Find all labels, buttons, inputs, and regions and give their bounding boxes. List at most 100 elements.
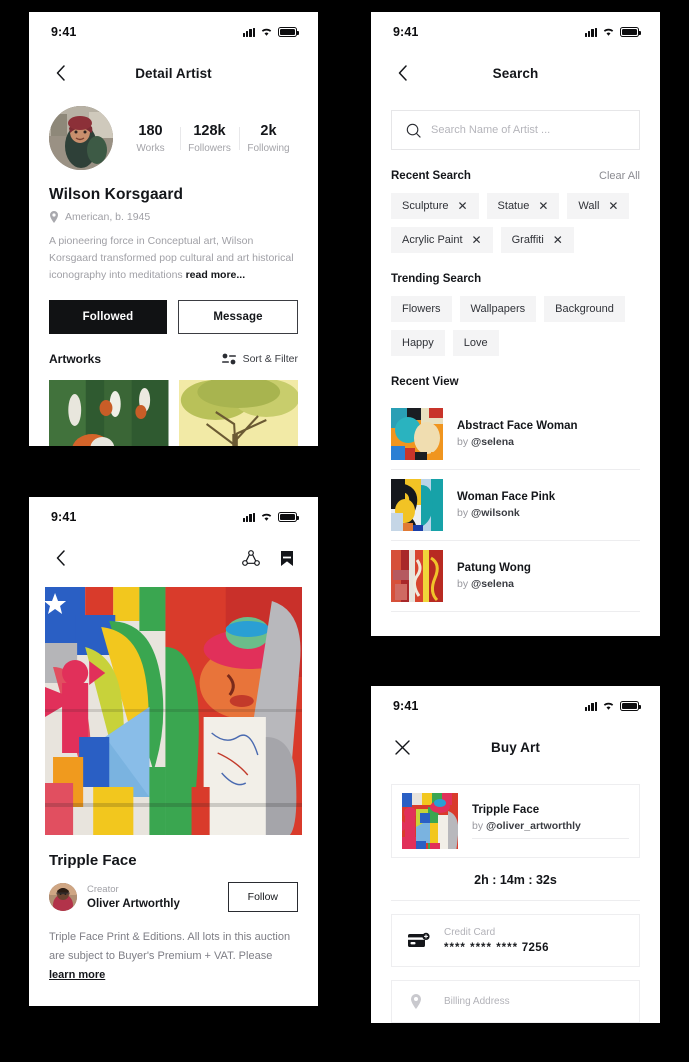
status-bar: 9:41 [29,12,318,52]
sort-filter-button[interactable]: Sort & Filter [221,353,298,365]
chip-happy[interactable]: Happy [391,330,445,356]
chip-love[interactable]: Love [452,330,499,356]
billing-address-info: Billing Address [444,996,510,1007]
wifi-icon [602,27,615,37]
close-x-icon[interactable]: ✕ [553,234,563,246]
card-last4: 7256 [521,942,549,954]
page-title: Search [492,65,539,81]
artwork-thumb-green-figures[interactable] [49,380,169,446]
bookmark-icon [281,550,293,566]
navigation-bar [29,537,318,579]
list-item[interactable]: Patung Wong by @selena [391,541,640,612]
close-x-icon[interactable]: ✕ [538,200,548,212]
battery-full-icon [620,27,641,37]
status-bar-icons [584,27,641,37]
recent-search-label: Recent Search [391,170,471,182]
navigation-bar: Detail Artist [29,52,318,94]
credit-card-icon [408,932,430,947]
artwork-thumb-yellow-tree[interactable] [178,380,298,446]
chip-wall[interactable]: Wall ✕ [567,193,630,219]
author-handle[interactable]: @selena [471,436,514,448]
share-button[interactable] [240,547,262,569]
auction-countdown: 2h : 14m : 32s [474,873,557,887]
status-bar-time: 9:41 [51,25,77,39]
status-bar-icons [242,512,299,522]
billing-address-field[interactable]: Billing Address [391,980,640,1023]
recent-search-chips: Sculpture ✕ Statue ✕ Wall ✕ Acrylic Paint ✕ … [371,182,660,253]
back-button[interactable] [49,547,71,569]
cellular-bars-icon [242,27,255,37]
buy-item-card[interactable]: Tripple Face by @oliver_artworthly [391,784,640,858]
list-item-title: Abstract Face Woman [457,420,578,432]
phone-screen-buy-art: 9:41 Buy Art Tripple Face by @oliver_art… [371,686,660,1023]
clear-all-button[interactable]: Clear All [599,170,640,182]
search-field-wrapper[interactable] [391,110,640,150]
message-button[interactable]: Message [178,300,298,334]
wifi-icon [602,701,615,711]
chip-flowers[interactable]: Flowers [391,296,452,322]
chip-acrylic-paint[interactable]: Acrylic Paint ✕ [391,227,493,253]
stat-label: Following [247,142,290,154]
list-item-author: by @selena [457,436,578,448]
bookmark-button[interactable] [276,547,298,569]
status-bar-time: 9:41 [393,699,419,713]
artist-action-buttons: Followed Message [29,284,318,334]
author-handle[interactable]: @selena [471,578,514,590]
close-button[interactable] [391,736,413,758]
learn-more-link[interactable]: learn more [49,969,105,981]
stat-followers[interactable]: 128k Followers [180,123,239,154]
list-item[interactable]: Woman Face Pink by @wilsonk [391,470,640,541]
avatar[interactable] [49,883,77,911]
credit-card-info: Credit Card **** **** **** 7256 [444,927,549,954]
close-x-icon[interactable]: ✕ [457,200,467,212]
followed-button[interactable]: Followed [49,300,167,334]
wifi-icon [260,27,273,37]
phone-screen-detail-artist: 9:41 Detail Artist 180 Works 128k Follow… [29,12,318,446]
status-bar-time: 9:41 [393,25,419,39]
chip-label: Wall [578,200,600,212]
wifi-icon [260,512,273,522]
stat-value: 128k [193,122,226,139]
list-item-text: Patung Wong by @selena [457,562,531,590]
creator-row: Creator Oliver Artworthly Follow [29,869,318,912]
list-item-text: Woman Face Pink by @wilsonk [457,491,555,519]
patung-wong-thumb [391,550,443,602]
recent-view-header: Recent View [371,356,660,388]
list-item-text: Abstract Face Woman by @selena [457,420,578,448]
phone-screen-artwork-detail: 9:41 Tripple Face Creator Oliver Artwort… [29,497,318,1006]
tripple-face-mural[interactable] [45,587,302,835]
share-icon [242,549,260,566]
author-handle[interactable]: @wilsonk [471,507,520,519]
artwork-title: Tripple Face [49,852,137,869]
chip-statue[interactable]: Statue ✕ [486,193,560,219]
artist-location-text: American, b. 1945 [65,211,151,223]
by-prefix: by [472,819,487,832]
chip-graffiti[interactable]: Graffiti ✕ [500,227,574,253]
artist-name: Wilson Korsgaard [49,186,184,203]
search-input[interactable] [431,124,625,136]
stat-following[interactable]: 2k Following [239,123,298,154]
chip-sculpture[interactable]: Sculpture ✕ [391,193,479,219]
credit-card-label: Credit Card [444,927,496,938]
stat-works: 180 Works [121,123,180,154]
woman-face-pink-thumb [391,479,443,531]
search-icon [406,123,421,138]
close-x-icon[interactable]: ✕ [472,234,482,246]
list-item-author: by @selena [457,578,531,590]
list-item[interactable]: Abstract Face Woman by @selena [391,399,640,470]
chip-label: Statue [497,200,530,212]
back-button[interactable] [391,62,413,84]
chip-background[interactable]: Background [544,296,625,322]
credit-card-field[interactable]: Credit Card **** **** **** 7256 [391,914,640,967]
back-button[interactable] [49,62,71,84]
chip-wallpapers[interactable]: Wallpapers [459,296,537,322]
follow-button[interactable]: Follow [227,882,298,912]
list-item-title: Patung Wong [457,562,531,574]
credit-card-value: **** **** **** 7256 [444,942,549,954]
read-more-link[interactable]: read more... [186,269,246,281]
navigation-bar: Buy Art [371,726,660,768]
artist-bio-text: A pioneering force in Conceptual art, Wi… [49,235,294,281]
close-x-icon[interactable]: ✕ [608,200,618,212]
by-prefix: by [457,507,472,519]
author-handle[interactable]: @oliver_artworthly [486,820,581,832]
